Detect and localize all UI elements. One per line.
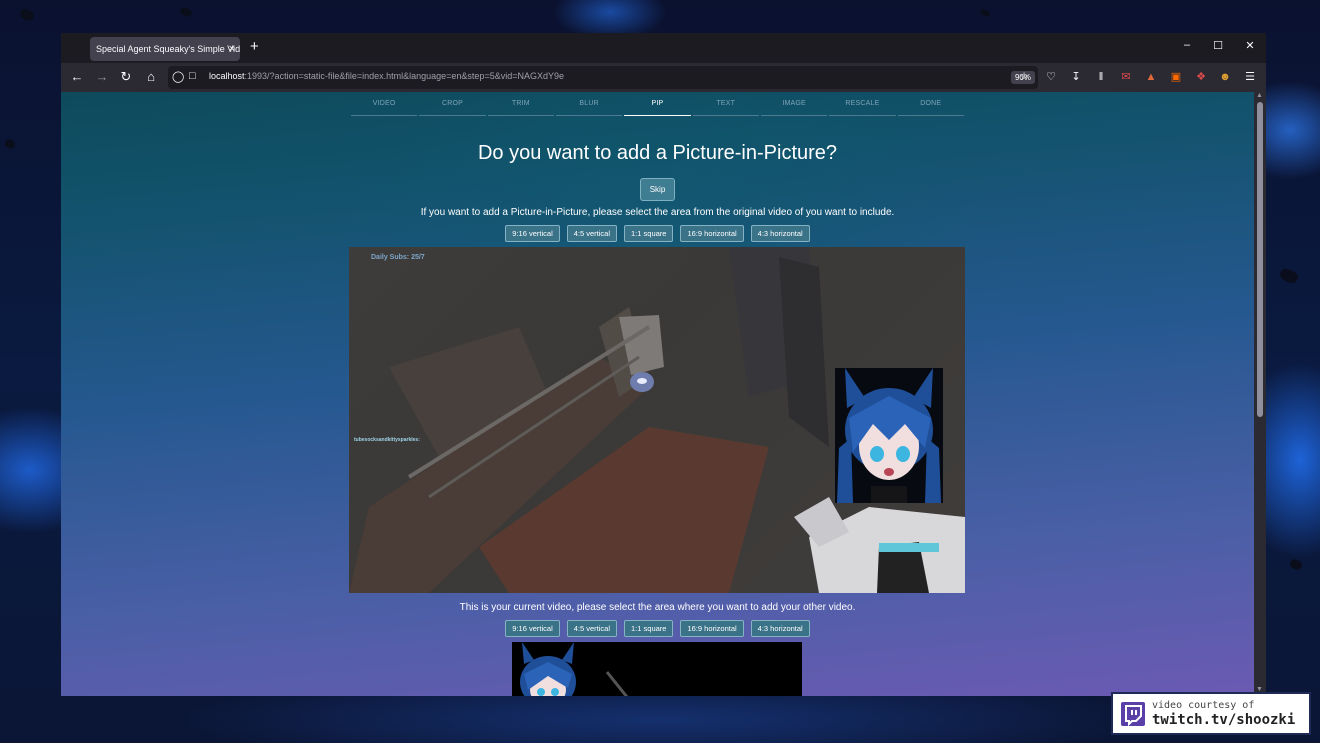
twitch-logo-icon: [1121, 702, 1145, 727]
library-icon[interactable]: ‖: [1094, 70, 1108, 84]
source-ratio-4-3-button[interactable]: 4:3 horizontal: [750, 225, 810, 242]
skip-button[interactable]: Skip: [640, 178, 675, 201]
shield-icon[interactable]: ◯: [172, 70, 184, 83]
source-ratio-16-9-button[interactable]: 16:9 horizontal: [680, 225, 744, 242]
url-text[interactable]: localhost:1993/?action=static-file&file=…: [209, 71, 564, 81]
twitch-watermark: video courtesy of twitch.tv/shoozki: [1111, 692, 1311, 735]
step-blur[interactable]: BLUR: [555, 100, 623, 116]
forward-icon[interactable]: →: [94, 69, 110, 84]
back-icon[interactable]: ←: [69, 69, 85, 84]
wallpaper-rock: [18, 7, 36, 23]
wallpaper-rock: [979, 8, 991, 18]
menu-icon[interactable]: ☰: [1243, 70, 1257, 84]
browser-window: Special Agent Squeaky's Simple Vide × + …: [61, 33, 1266, 696]
step-rescale[interactable]: RESCALE: [829, 100, 896, 116]
watermark-caption: video courtesy of: [1152, 700, 1255, 711]
url-bar[interactable]: ◯ □ localhost:1993/?action=static-file&f…: [168, 66, 1038, 89]
page-title: Do you want to add a Picture-in-Picture?: [477, 142, 838, 164]
step-navigation: VIDEO CROP TRIM BLUR PIP TEXT IMAGE RESC…: [350, 100, 965, 116]
page-icon[interactable]: □: [189, 70, 196, 82]
chat-username: tubesocksandkittysparkles:: [354, 437, 420, 443]
page-viewport: VIDEO CROP TRIM BLUR PIP TEXT IMAGE RESC…: [61, 92, 1254, 696]
new-tab-button[interactable]: +: [250, 38, 259, 55]
wallpaper-rock: [1288, 557, 1304, 572]
current-video-frame[interactable]: [512, 642, 802, 696]
scroll-up-icon[interactable]: ▲: [1256, 92, 1263, 99]
wallpaper-rock: [178, 5, 194, 19]
target-ratio-4-5-button[interactable]: 4:5 vertical: [566, 620, 618, 637]
maximize-icon[interactable]: ☐: [1208, 39, 1228, 52]
wallpaper-rock: [3, 138, 17, 150]
source-ratio-1-1-button[interactable]: 1:1 square: [624, 225, 674, 242]
step-video[interactable]: VIDEO: [351, 100, 418, 116]
extension-face-icon[interactable]: ☻: [1218, 70, 1232, 84]
download-icon[interactable]: ↧: [1069, 70, 1083, 84]
navigation-toolbar: ← → ↻ ⌂ ◯ □ localhost:1993/?action=stati…: [61, 63, 1266, 92]
extension-square-icon[interactable]: ▣: [1169, 70, 1183, 84]
target-ratio-buttons: 9:16 vertical 4:5 vertical 1:1 square 16…: [61, 620, 1254, 637]
step-text[interactable]: TEXT: [692, 100, 759, 116]
source-ratio-4-5-button[interactable]: 4:5 vertical: [566, 225, 618, 242]
vtuber-avatar-image: [837, 368, 941, 503]
wallpaper-rock: [1278, 266, 1300, 286]
instruction-source-text: If you want to add a Picture-in-Picture,…: [420, 207, 895, 218]
watermark-channel: twitch.tv/shoozki: [1152, 712, 1296, 728]
browser-tab[interactable]: Special Agent Squeaky's Simple Vide ×: [90, 37, 240, 61]
step-done[interactable]: DONE: [897, 100, 964, 116]
daily-subs-counter: Daily Subs: 25/7: [371, 254, 425, 261]
extension-shape-icon[interactable]: ▲: [1144, 70, 1158, 84]
home-icon[interactable]: ⌂: [143, 69, 159, 84]
instruction-target-text: This is your current video, please selec…: [459, 602, 856, 613]
target-ratio-1-1-button[interactable]: 1:1 square: [624, 620, 674, 637]
step-crop[interactable]: CROP: [419, 100, 486, 116]
step-image[interactable]: IMAGE: [760, 100, 828, 116]
tab-close-icon[interactable]: ×: [229, 37, 235, 61]
source-ratio-9-16-button[interactable]: 9:16 vertical: [505, 225, 560, 242]
page-scrollbar[interactable]: ▲ ▼: [1254, 92, 1266, 696]
pocket-icon[interactable]: ♡: [1044, 70, 1058, 84]
close-icon[interactable]: ✕: [1240, 39, 1260, 52]
source-video-frame[interactable]: Daily Subs: 25/7 tubesocksandkittysparkl…: [349, 247, 965, 593]
reload-icon[interactable]: ↻: [118, 69, 134, 85]
target-ratio-9-16-button[interactable]: 9:16 vertical: [505, 620, 560, 637]
step-pip[interactable]: PIP: [624, 100, 691, 116]
target-ratio-4-3-button[interactable]: 4:3 horizontal: [750, 620, 810, 637]
scrollbar-thumb[interactable]: [1257, 102, 1263, 417]
source-ratio-buttons: 9:16 vertical 4:5 vertical 1:1 square 16…: [61, 225, 1254, 242]
step-trim[interactable]: TRIM: [487, 100, 554, 116]
extension-off-icon[interactable]: ❖: [1194, 70, 1208, 84]
webcam-avatar: [835, 368, 943, 503]
star-icon[interactable]: ☆: [1017, 70, 1031, 84]
current-video-preview: [520, 642, 629, 696]
tab-title: Special Agent Squeaky's Simple Vide: [96, 44, 240, 54]
minimize-icon[interactable]: –: [1177, 39, 1197, 51]
extension-mail-icon[interactable]: ✉: [1119, 70, 1133, 84]
target-ratio-16-9-button[interactable]: 16:9 horizontal: [680, 620, 744, 637]
browser-titlebar: Special Agent Squeaky's Simple Vide × + …: [61, 33, 1266, 63]
